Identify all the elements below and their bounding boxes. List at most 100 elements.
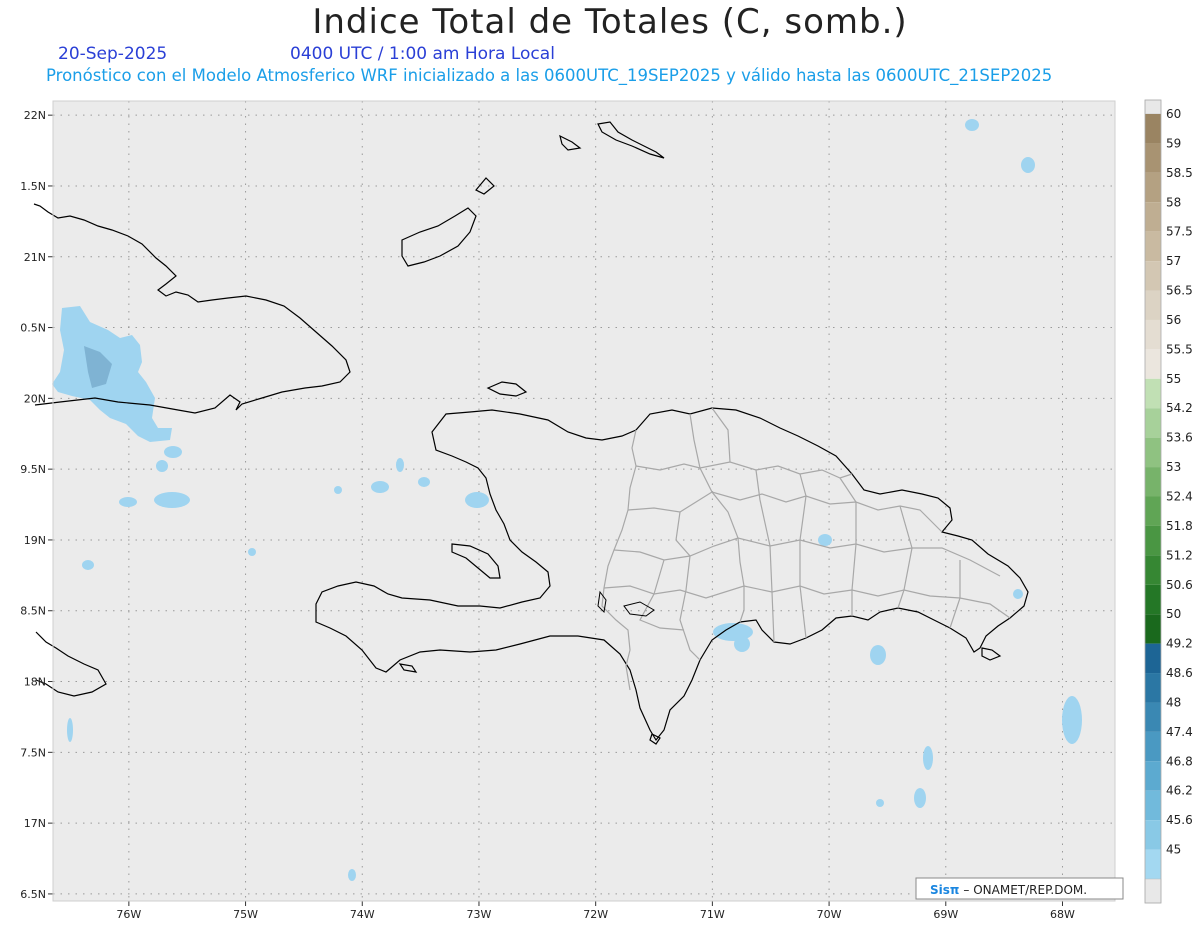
shade-d (154, 492, 190, 508)
colorbar-label: 58.5 (1166, 166, 1193, 180)
colorbar-swatch (1145, 349, 1161, 379)
lat-label: 20N (24, 392, 46, 405)
colorbar-swatch (1145, 761, 1161, 791)
shade-p (965, 119, 979, 131)
colorbar-swatch (1145, 614, 1161, 644)
colorbar-label: 56.5 (1166, 284, 1193, 298)
lon-label: 75W (233, 908, 258, 921)
shade-x (876, 799, 884, 807)
colorbar-label: 50 (1166, 607, 1181, 621)
colorbar-swatch (1145, 673, 1161, 703)
lat-label: 18N (24, 676, 46, 689)
lon-label: 72W (583, 908, 608, 921)
colorbar-label: 46.8 (1166, 754, 1193, 768)
lon-label: 70W (817, 908, 842, 921)
lon-label: 76W (116, 908, 141, 921)
lat-label: 19N (24, 534, 46, 547)
colorbar-swatch (1145, 437, 1161, 468)
colorbar-swatch (1145, 496, 1161, 526)
colorbar-label: 53 (1166, 460, 1181, 474)
credit-brand: Sisπ (930, 883, 959, 897)
colorbar-label: 55.5 (1166, 342, 1193, 356)
colorbar-label: 59 (1166, 136, 1181, 150)
shade-s (914, 788, 926, 808)
shade-c (119, 497, 137, 507)
map-background (53, 101, 1115, 901)
colorbar-label: 45.6 (1166, 813, 1193, 827)
map-title: Indice Total de Totales (C, somb.) (312, 2, 908, 42)
shade-w (248, 548, 256, 556)
lon-label: 73W (467, 908, 492, 921)
colorbar-swatch (1145, 702, 1161, 732)
shade-v (348, 869, 356, 881)
lat-label: 0.5N (20, 322, 46, 335)
colorbar-swatch (1145, 584, 1161, 615)
colorbar-label: 57 (1166, 254, 1181, 268)
shade-b (156, 460, 168, 472)
lat-label: 1.5N (20, 180, 46, 193)
colorbar-label: 56 (1166, 313, 1181, 327)
colorbar-label: 53.6 (1166, 431, 1193, 445)
forecast-date: 20-Sep-2025 (58, 44, 168, 64)
lat-label: 9.5N (20, 463, 46, 476)
lon-label: 71W (700, 908, 725, 921)
colorbar-swatch (1145, 290, 1161, 320)
shade-o (1021, 157, 1035, 173)
colorbar-swatch (1145, 172, 1161, 203)
colorbar-swatch (1145, 555, 1161, 585)
colorbar-label: 58 (1166, 195, 1181, 209)
colorbar-label: 57.5 (1166, 225, 1193, 239)
colorbar-swatch (1145, 408, 1161, 438)
credit-text: – ONAMET/REP.DOM. (963, 883, 1087, 897)
shade-q (1062, 696, 1082, 744)
colorbar-swatch (1145, 114, 1161, 144)
colorbar-label: 51.8 (1166, 519, 1193, 533)
colorbar-label: 46.2 (1166, 784, 1193, 798)
colorbar-label: 54.2 (1166, 401, 1193, 415)
shade-m (818, 534, 832, 546)
colorbar-swatch (1145, 643, 1161, 674)
shade-h (418, 477, 430, 487)
shade-l (734, 636, 750, 652)
colorbar-label: 45 (1166, 843, 1181, 857)
colorbar-swatch (1145, 231, 1161, 262)
colorbar-label: 48.6 (1166, 666, 1193, 680)
colorbar-swatch (1145, 820, 1161, 850)
shade-e (82, 560, 94, 570)
colorbar-label: 49.2 (1166, 637, 1193, 651)
lat-label: 6.5N (20, 888, 46, 901)
forecast-time: 0400 UTC / 1:00 am Hora Local (290, 44, 555, 64)
shade-j (334, 486, 342, 494)
credit-box: Sisπ – ONAMET/REP.DOM. (915, 877, 1124, 900)
colorbar-label: 55 (1166, 372, 1181, 386)
shade-i (465, 492, 489, 508)
lat-label: 7.5N (20, 746, 46, 759)
shade-g (396, 458, 404, 472)
colorbar-label: 48 (1166, 695, 1181, 709)
colorbar-swatch (1145, 731, 1161, 762)
lon-label: 68W (1050, 908, 1075, 921)
colorbar-swatch (1145, 790, 1161, 821)
lat-label: 17N (24, 817, 46, 830)
colorbar-cap-bottom (1144, 878, 1162, 904)
colorbar-label: 52.4 (1166, 490, 1193, 504)
colorbar-cap-top (1144, 99, 1162, 115)
lat-label: 22N (24, 109, 46, 122)
lat-label: 21N (24, 251, 46, 264)
shade-u (67, 718, 73, 742)
colorbar-swatch (1145, 467, 1161, 497)
colorbar-swatch (1145, 143, 1161, 173)
colorbar-label: 60 (1166, 107, 1181, 121)
colorbar-swatch (1145, 525, 1161, 556)
colorbar-label: 47.4 (1166, 725, 1193, 739)
colorbar-swatch (1145, 319, 1161, 350)
colorbar-swatch (1145, 849, 1161, 879)
svg-text:Sisπ– ONAMET/REP.DOM.: Sisπ – ONAMET/REP.DOM. (930, 883, 1087, 897)
forecast-description: Pronóstico con el Modelo Atmosferico WRF… (46, 66, 1053, 85)
lon-label: 74W (350, 908, 375, 921)
shade-r (923, 746, 933, 770)
colorbar-swatch (1145, 261, 1161, 291)
colorbar-label: 50.6 (1166, 578, 1193, 592)
colorbar-swatch (1145, 378, 1161, 409)
colorbar-swatch (1145, 202, 1161, 232)
